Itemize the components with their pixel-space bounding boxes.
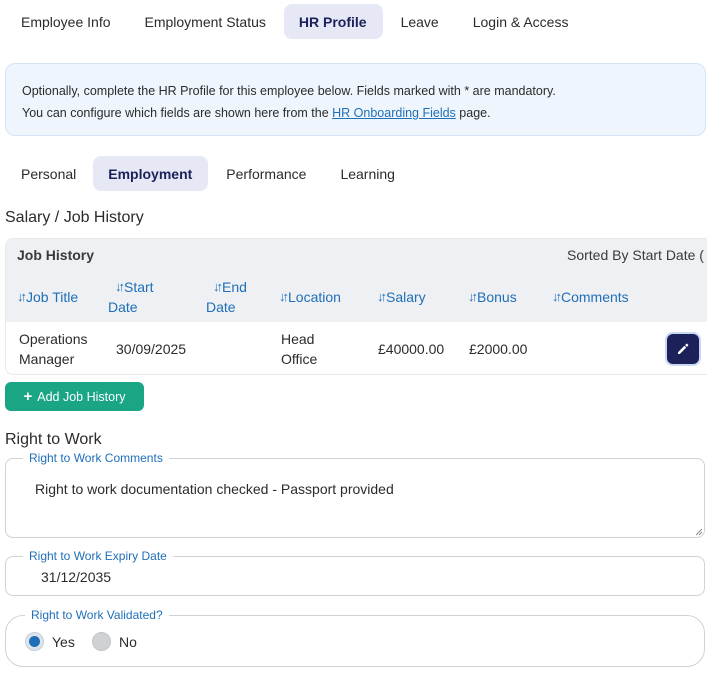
- tab-employment-status[interactable]: Employment Status: [127, 4, 284, 39]
- column-label: Start Date: [108, 277, 154, 317]
- column-label-line2: Date: [206, 299, 236, 315]
- job-history-caption: Job History: [17, 247, 95, 263]
- right-to-work-expiry-value[interactable]: 31/12/2035: [41, 569, 111, 585]
- plus-icon: +: [23, 388, 33, 405]
- column-label: End Date: [206, 277, 247, 317]
- hr-profile-subtabs: Personal Employment Performance Learning: [5, 156, 411, 191]
- column-label: Comments: [561, 289, 629, 305]
- location-line1: Head: [281, 331, 315, 347]
- sort-icon: ↓↑: [115, 279, 125, 294]
- job-title-line1: Operations: [19, 331, 88, 347]
- subtab-performance[interactable]: Performance: [208, 156, 324, 191]
- info-banner: Optionally, complete the HR Profile for …: [5, 63, 706, 136]
- column-label-line1: End: [222, 279, 247, 295]
- sort-icon: ↓↑: [17, 289, 27, 304]
- sort-icon: ↓↑: [213, 279, 223, 294]
- radio-yes[interactable]: Yes: [25, 632, 75, 651]
- info-line-1: Optionally, complete the HR Profile for …: [22, 84, 556, 98]
- tab-employee-info[interactable]: Employee Info: [5, 4, 127, 39]
- column-header-location[interactable]: ↓↑ Location: [279, 287, 341, 307]
- column-header-job-title[interactable]: ↓↑ Job Title: [17, 287, 78, 307]
- cell-job-title: Operations Manager: [19, 329, 87, 369]
- subtab-learning[interactable]: Learning: [324, 156, 411, 191]
- column-label: Location: [288, 289, 341, 305]
- radio-no-label: No: [119, 633, 137, 650]
- info-line-2: You can configure which fields are shown…: [22, 102, 689, 124]
- column-header-bonus[interactable]: ↓↑ Bonus: [468, 287, 517, 307]
- info-line-2-text: You can configure which fields are shown…: [22, 106, 333, 120]
- column-label: Salary: [386, 289, 426, 305]
- salary-section-title: Salary / Job History: [5, 209, 144, 226]
- cell-location: Head Office: [281, 329, 317, 369]
- column-header-end-date[interactable]: ↓↑ End Date: [206, 277, 247, 317]
- radio-unselected-icon: [92, 632, 111, 651]
- column-label: Bonus: [477, 289, 517, 305]
- job-history-table-header: Job History Sorted By Start Date ( ↓↑ Jo…: [6, 239, 707, 322]
- subtab-personal[interactable]: Personal: [5, 156, 93, 191]
- right-to-work-comments-label: Right to Work Comments: [29, 451, 163, 465]
- right-to-work-title: Right to Work: [5, 431, 102, 448]
- subtab-employment[interactable]: Employment: [93, 156, 209, 191]
- sorted-by-label: Sorted By Start Date (: [567, 247, 704, 263]
- sort-icon: ↓↑: [279, 289, 289, 304]
- tab-hr-profile[interactable]: HR Profile: [283, 4, 383, 39]
- hr-onboarding-fields-link[interactable]: HR Onboarding Fields: [332, 106, 456, 120]
- sort-icon: ↓↑: [377, 289, 387, 304]
- column-header-start-date[interactable]: ↓↑ Start Date: [108, 277, 154, 317]
- add-job-history-button[interactable]: + Add Job History: [5, 382, 144, 411]
- sort-icon: ↓↑: [552, 289, 562, 304]
- column-label-line1: Start: [124, 279, 154, 295]
- cell-start-date: 30/09/2025: [116, 341, 187, 357]
- job-title-line2: Manager: [19, 351, 75, 367]
- add-job-history-label: Add Job History: [37, 389, 126, 404]
- radio-no[interactable]: No: [92, 632, 137, 651]
- right-to-work-expiry-label: Right to Work Expiry Date: [29, 549, 167, 563]
- cell-salary: £40000.00: [378, 341, 445, 357]
- sort-icon: ↓↑: [468, 289, 478, 304]
- radio-yes-label: Yes: [52, 633, 75, 650]
- cell-bonus: £2000.00: [469, 341, 528, 357]
- column-header-salary[interactable]: ↓↑ Salary: [377, 287, 426, 307]
- info-line-2-suffix: page.: [455, 106, 491, 120]
- column-header-comments[interactable]: ↓↑ Comments: [552, 287, 629, 307]
- column-label: Job Title: [26, 289, 79, 305]
- radio-selected-icon: [25, 632, 44, 651]
- column-label-line2: Date: [108, 299, 138, 315]
- right-to-work-validated-label: Right to Work Validated?: [31, 608, 163, 622]
- tab-login-access[interactable]: Login & Access: [457, 4, 585, 39]
- location-line2: Office: [281, 351, 318, 367]
- right-to-work-comments-value[interactable]: Right to work documentation checked - Pa…: [35, 481, 394, 497]
- job-history-table: Job History Sorted By Start Date ( ↓↑ Jo…: [5, 238, 707, 375]
- main-tabs: Employee Info Employment Status HR Profi…: [5, 4, 584, 39]
- edit-job-history-button[interactable]: [667, 334, 699, 364]
- tab-leave[interactable]: Leave: [383, 4, 457, 39]
- resize-handle-icon[interactable]: [695, 528, 703, 536]
- pencil-icon: [678, 343, 689, 354]
